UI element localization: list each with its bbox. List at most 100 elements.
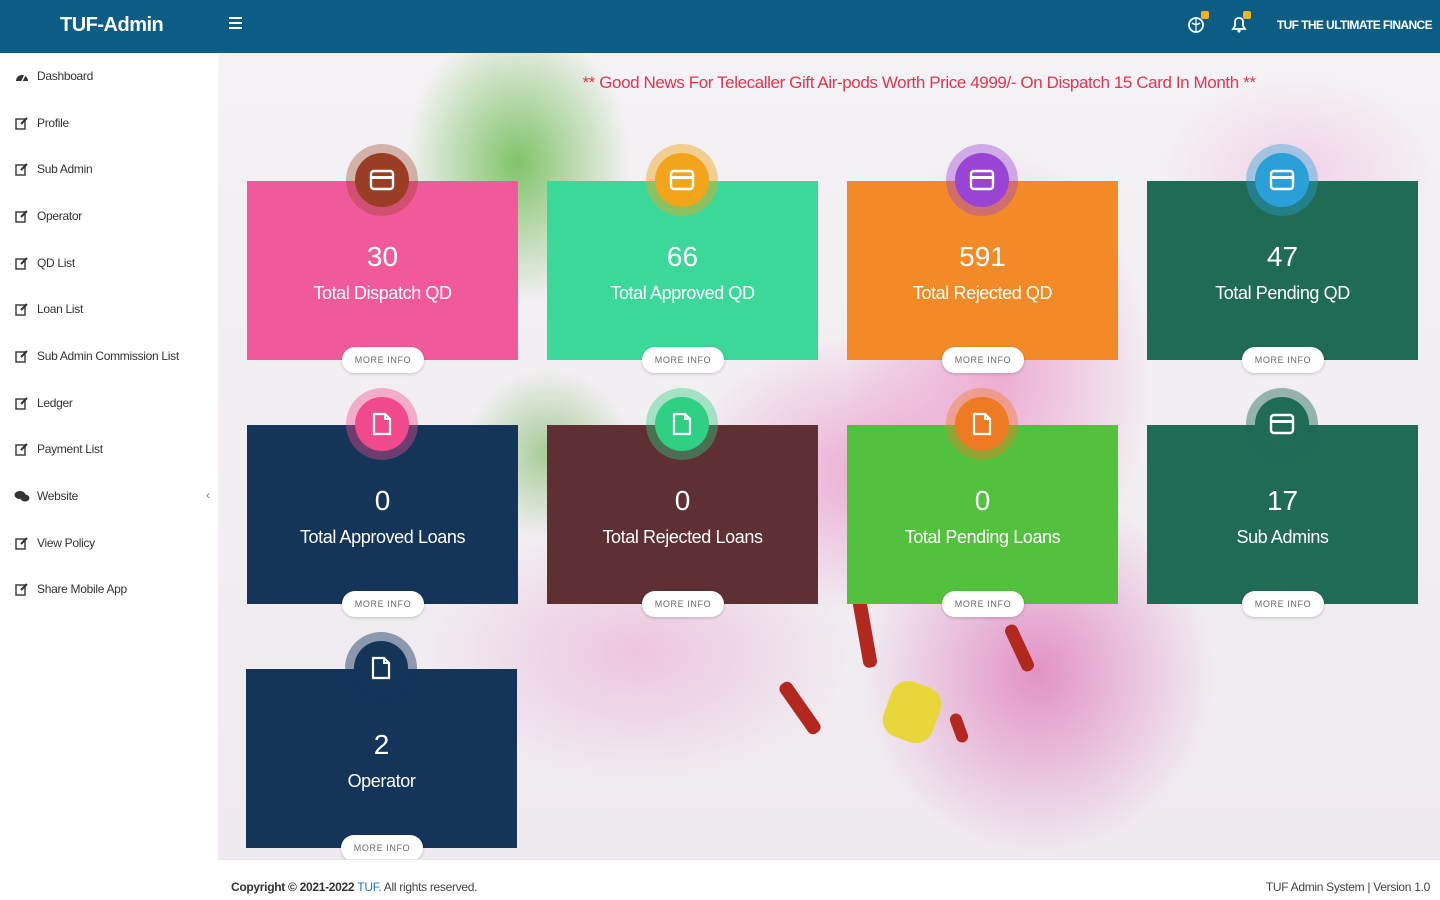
sidebar-item-label: Sub Admin	[37, 162, 93, 176]
sidebar-item-sub-admin[interactable]: Sub Admin	[14, 158, 204, 180]
more-info-button[interactable]: MORE INFO	[342, 591, 424, 617]
sidebar-item-label: Ledger	[37, 396, 73, 410]
menu-toggle-button[interactable]	[229, 14, 247, 36]
card-badge	[946, 388, 1018, 460]
stat-label: Total Approved Loans	[299, 527, 466, 547]
sidebar-item-payment-list[interactable]: Payment List	[14, 438, 204, 460]
edit-icon	[14, 582, 30, 596]
sidebar-item-loan-list[interactable]: Loan List	[14, 298, 204, 320]
more-info-button[interactable]: MORE INFO	[942, 591, 1024, 617]
card-icon	[955, 153, 1009, 207]
flower-stamen	[948, 711, 970, 745]
top-navbar: TUF-Admin TUF THE ULTIMATE FINANCE	[0, 0, 1440, 53]
stat-card-total-rejected-qd: 591 Total Rejected QD MORE INFO	[847, 144, 1118, 373]
sidebar-item-ledger[interactable]: Ledger	[14, 392, 204, 414]
version-text: TUF Admin System | Version 1.0	[1265, 880, 1430, 894]
card-badge	[346, 388, 418, 460]
chat-icon	[14, 489, 30, 503]
stat-label: Total Pending Loans	[904, 527, 1061, 547]
card-badge	[1246, 388, 1318, 460]
stat-card-sub-admins: 17 Sub Admins MORE INFO	[1147, 388, 1418, 617]
stat-value: 47	[1266, 241, 1299, 272]
copyright-brand-link[interactable]: TUF.	[357, 880, 381, 894]
more-info-button[interactable]: MORE INFO	[642, 591, 724, 617]
stat-label: Total Dispatch QD	[313, 283, 452, 303]
stat-card-total-pending-qd: 47 Total Pending QD MORE INFO	[1147, 144, 1418, 373]
sidebar: Dashboard Profile Sub Admin Operator QD …	[0, 53, 218, 900]
edit-icon	[14, 116, 30, 130]
stat-value: 0	[974, 485, 991, 516]
document-icon	[355, 397, 409, 451]
edit-icon	[14, 396, 30, 410]
document-icon	[354, 641, 408, 695]
copyright-text: Copyright © 2021-2022 TUF. All rights re…	[231, 880, 477, 894]
hamburger-line	[229, 17, 242, 19]
stat-label: Operator	[347, 771, 416, 791]
copyright-suffix: All rights reserved.	[381, 880, 478, 894]
stat-value: 2	[373, 729, 390, 760]
stat-label: Total Rejected QD	[912, 283, 1053, 303]
sidebar-item-label: Loan List	[37, 302, 84, 316]
sidebar-item-label: QD List	[37, 256, 75, 270]
edit-icon	[14, 256, 30, 270]
stat-label: Sub Admins	[1236, 527, 1329, 547]
sidebar-item-label: Share Mobile App	[37, 582, 127, 596]
chevron-left-icon[interactable]: ‹	[206, 488, 210, 502]
card-icon	[1255, 397, 1309, 451]
sidebar-item-profile[interactable]: Profile	[14, 112, 204, 134]
edit-icon	[14, 442, 30, 456]
hamburger-line	[229, 22, 242, 24]
card-badge	[1246, 144, 1318, 216]
stat-value: 17	[1266, 485, 1299, 516]
more-info-button[interactable]: MORE INFO	[642, 347, 724, 373]
stat-card-total-dispatch-qd: 30 Total Dispatch QD MORE INFO	[247, 144, 518, 373]
more-info-button[interactable]: MORE INFO	[1242, 591, 1324, 617]
card-badge	[646, 144, 718, 216]
stat-value: 0	[374, 485, 391, 516]
sidebar-item-label: Operator	[37, 209, 82, 223]
stat-card-total-approved-loans: 0 Total Approved Loans MORE INFO	[247, 388, 518, 617]
stat-card-total-rejected-loans: 0 Total Rejected Loans MORE INFO	[547, 388, 818, 617]
stat-label: Total Approved QD	[610, 283, 755, 303]
globe-icon[interactable]	[1187, 11, 1209, 36]
sidebar-item-view-policy[interactable]: View Policy	[14, 532, 204, 554]
card-badge	[646, 388, 718, 460]
sidebar-item-share-mobile-app[interactable]: Share Mobile App	[14, 578, 204, 600]
stat-value: 66	[666, 241, 699, 272]
sidebar-item-website[interactable]: Website	[14, 485, 204, 507]
edit-icon	[14, 302, 30, 316]
stat-card-total-pending-loans: 0 Total Pending Loans MORE INFO	[847, 388, 1118, 617]
sidebar-item-operator[interactable]: Operator	[14, 205, 204, 227]
card-badge	[946, 144, 1018, 216]
sidebar-item-qd-list[interactable]: QD List	[14, 252, 204, 274]
more-info-button[interactable]: MORE INFO	[341, 835, 423, 859]
more-info-button[interactable]: MORE INFO	[342, 347, 424, 373]
document-icon	[955, 397, 1009, 451]
company-name[interactable]: TUF THE ULTIMATE FINANCE	[1277, 18, 1433, 32]
card-badge	[345, 632, 417, 704]
sidebar-item-label: Payment List	[37, 442, 103, 456]
more-info-button[interactable]: MORE INFO	[942, 347, 1024, 373]
edit-icon	[14, 536, 30, 550]
card-icon	[355, 153, 409, 207]
notification-dot	[1243, 11, 1251, 19]
stat-card-total-approved-qd: 66 Total Approved QD MORE INFO	[547, 144, 818, 373]
news-ticker: ** Good News For Telecaller Gift Air-pod…	[582, 73, 1256, 92]
flower-pistil	[877, 675, 947, 749]
card-badge	[346, 144, 418, 216]
edit-icon	[14, 162, 30, 176]
sidebar-item-label: Profile	[37, 116, 69, 130]
brand-logo[interactable]: TUF-Admin	[60, 14, 164, 37]
card-icon	[1255, 153, 1309, 207]
stat-value: 591	[959, 241, 1006, 272]
dashboard-icon	[14, 69, 30, 83]
more-info-button[interactable]: MORE INFO	[1242, 347, 1324, 373]
document-icon	[655, 397, 709, 451]
flower-stamen	[852, 597, 878, 669]
sidebar-item-dashboard[interactable]: Dashboard	[14, 65, 204, 87]
sidebar-item-label: Sub Admin Commission List	[37, 349, 179, 363]
notification-dot	[1201, 11, 1209, 19]
bell-icon[interactable]	[1229, 11, 1251, 36]
sidebar-item-sub-admin-commission-list[interactable]: Sub Admin Commission List	[14, 345, 204, 367]
sidebar-item-label: Website	[37, 489, 79, 503]
